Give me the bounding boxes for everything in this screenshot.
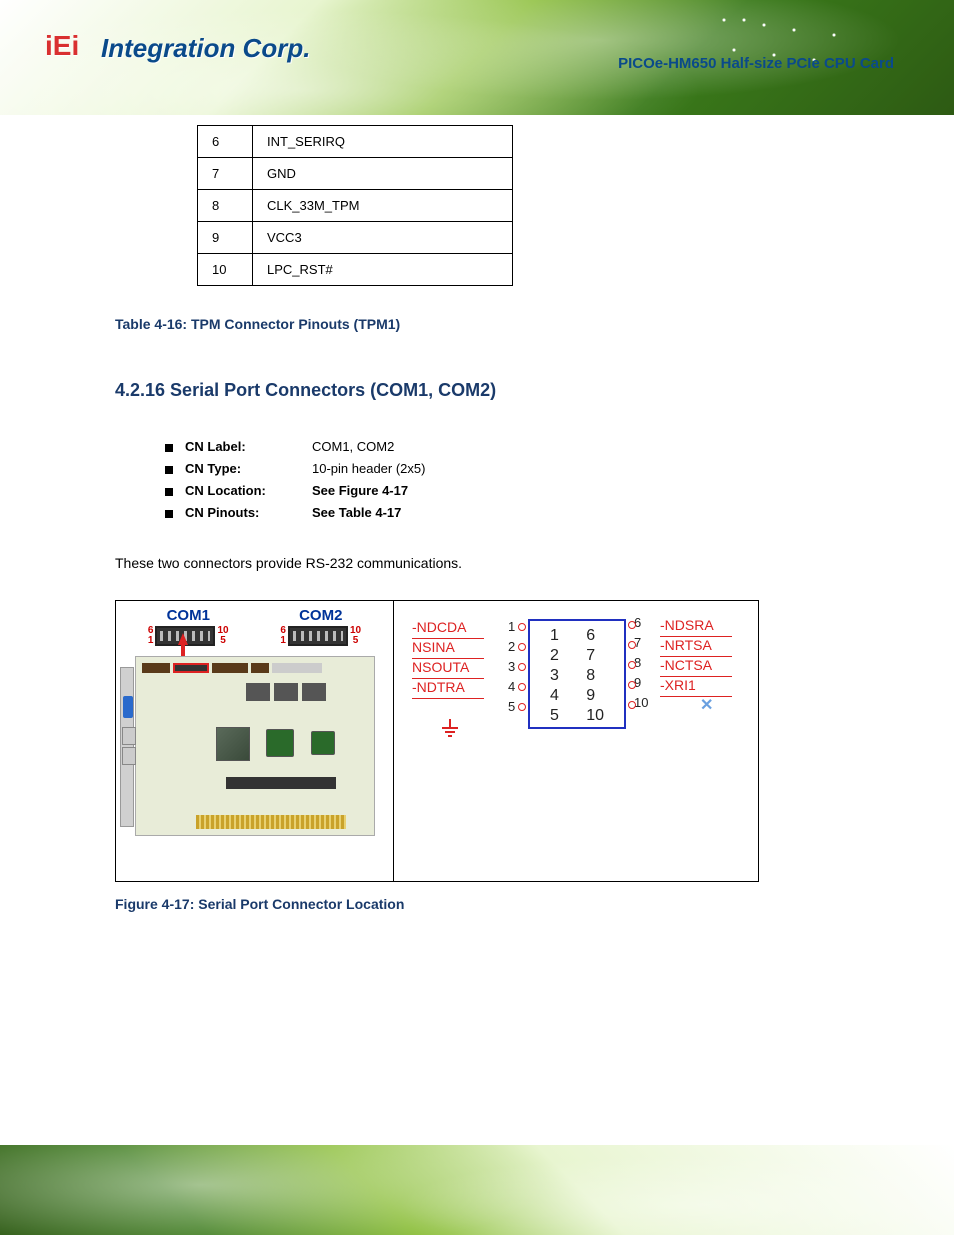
pin-icon	[518, 703, 526, 711]
list-item: CN Type: 10-pin header (2x5)	[165, 461, 839, 476]
signal-label: -XRI1	[660, 677, 732, 697]
figure-caption: Figure 4-17: Serial Port Connector Locat…	[115, 896, 839, 912]
signal-label: NSINA	[412, 639, 484, 659]
spec-list: CN Label: COM1, COM2 CN Type: 10-pin hea…	[165, 439, 839, 520]
signal-label: -NCTSA	[660, 657, 732, 677]
body-text: These two connectors provide RS-232 comm…	[115, 552, 839, 574]
figure-pinout-diagram: 1 2 3 4 5 6 7 8 9 10 -NDCDA NSINA	[394, 601, 758, 881]
io-ports	[122, 727, 134, 787]
brand-logo: Integration Corp.	[45, 30, 310, 66]
signal-label: -NDSRA	[660, 617, 732, 637]
chip-icon	[311, 731, 335, 755]
logo-text: Integration Corp.	[101, 33, 310, 64]
ground-icon	[442, 719, 458, 733]
pin-icon	[518, 663, 526, 671]
signal-label: -NRTSA	[660, 637, 732, 657]
banner-pattern	[714, 10, 914, 90]
list-item: CN Label: COM1, COM2	[165, 439, 839, 454]
arrow-icon	[178, 633, 188, 645]
bullet-icon	[165, 510, 173, 518]
section-heading: 4.2.16 Serial Port Connectors (COM1, COM…	[115, 380, 839, 401]
page-content: 6INT_SERIRQ 7GND 8CLK_33M_TPM 9VCC3 10LP…	[0, 125, 954, 912]
chip-icon	[266, 729, 294, 757]
pin-icon	[518, 683, 526, 691]
connector-outline: 1 2 3 4 5 6 7 8 9 10	[528, 619, 626, 729]
logo-icon	[45, 30, 93, 66]
header-banner: Integration Corp. PICOe-HM650 Half-size …	[0, 0, 954, 115]
list-item: CN Pinouts: See Table 4-17	[165, 505, 839, 520]
bullet-icon	[165, 466, 173, 474]
ram-slot-icon	[226, 777, 336, 789]
document-title: PICOe-HM650 Half-size PCIe CPU Card	[618, 55, 894, 72]
connector-icon	[288, 626, 348, 646]
table-row: 6INT_SERIRQ	[198, 126, 513, 158]
cpu-chip-icon	[216, 727, 250, 761]
com1-label: COM1	[148, 607, 229, 624]
highlighted-connector	[173, 663, 209, 673]
table-row: 7GND	[198, 158, 513, 190]
table-caption: Table 4-16: TPM Connector Pinouts (TPM1)	[115, 316, 839, 332]
pinout-table: 6INT_SERIRQ 7GND 8CLK_33M_TPM 9VCC3 10LP…	[197, 125, 513, 286]
bullet-icon	[165, 444, 173, 452]
signal-label: -NDCDA	[412, 619, 484, 639]
pin-icon	[518, 623, 526, 631]
figure-board-diagram: COM1 61 105 COM2 61 105	[116, 601, 394, 881]
table-row: 10LPC_RST#	[198, 254, 513, 286]
list-item: CN Location: See Figure 4-17	[165, 483, 839, 498]
pin-icon	[518, 643, 526, 651]
bullet-icon	[165, 488, 173, 496]
nc-icon: ✕	[700, 695, 713, 715]
signal-label: NSOUTA	[412, 659, 484, 679]
com2-label: COM2	[280, 607, 361, 624]
footer-banner	[0, 1145, 954, 1235]
figure-container: COM1 61 105 COM2 61 105	[115, 600, 759, 882]
pcb-illustration	[135, 656, 375, 836]
table-row: 8CLK_33M_TPM	[198, 190, 513, 222]
edge-connector-icon	[196, 815, 346, 829]
signal-label: -NDTRA	[412, 679, 484, 699]
table-row: 9VCC3	[198, 222, 513, 254]
